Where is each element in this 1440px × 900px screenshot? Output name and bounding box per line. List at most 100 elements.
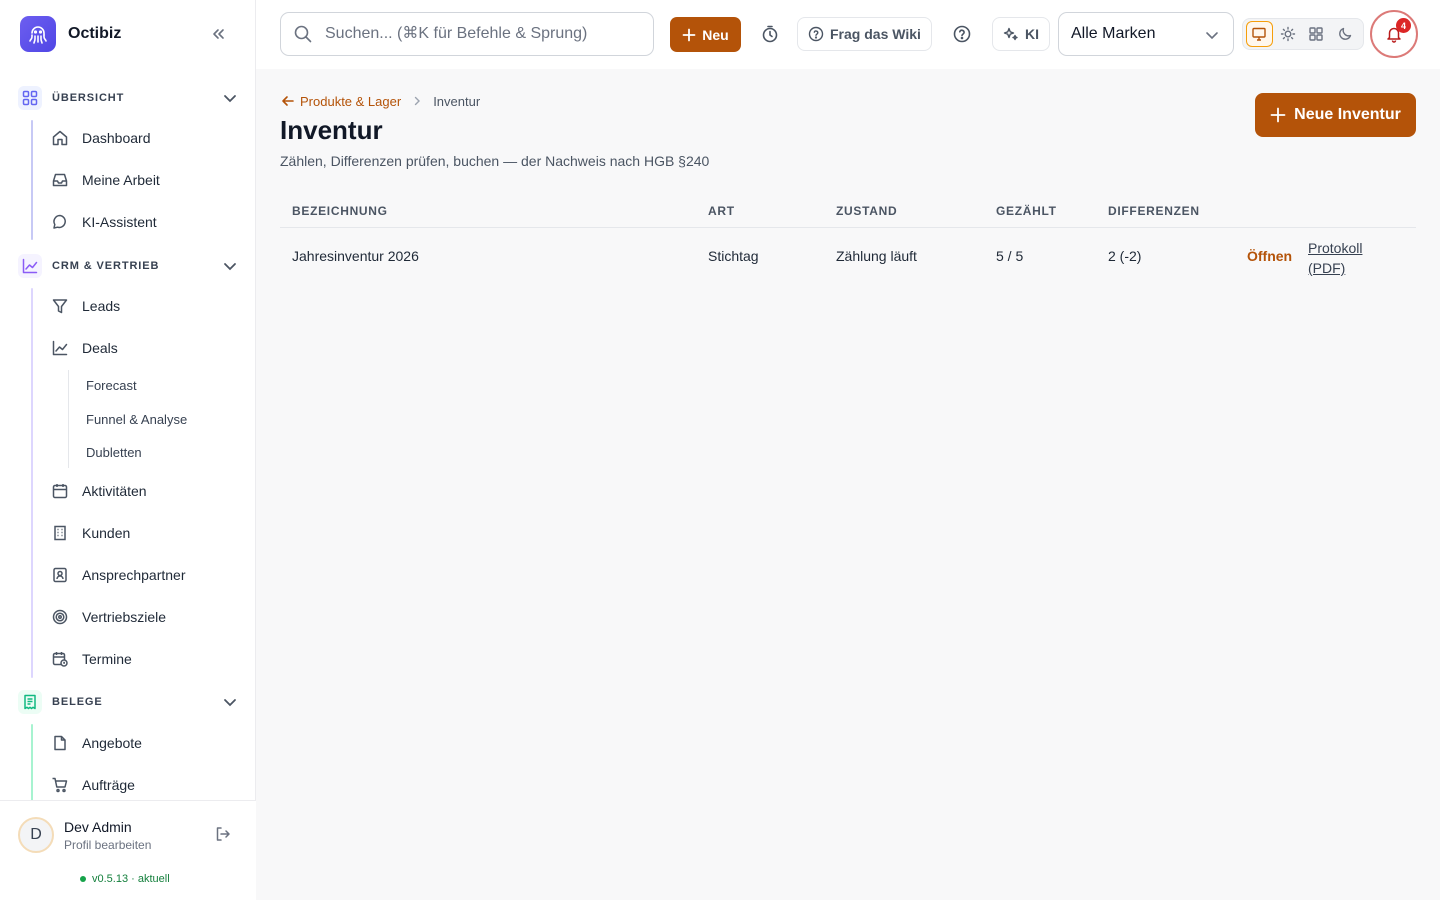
sidebar-item-kunden[interactable]: Kunden (50, 516, 240, 550)
section-crm-vertrieb[interactable]: CRM & VERTRIEB (18, 252, 242, 280)
breadcrumb: Produkte & Lager Inventur (280, 93, 480, 109)
cell-counted: 5 / 5 (996, 248, 1024, 264)
search-input[interactable] (325, 25, 645, 43)
moon-icon[interactable] (1332, 21, 1358, 47)
cell-differences: 2 (-2) (1108, 248, 1142, 264)
sparkles-icon (1003, 26, 1019, 42)
section-label: BELEGE (52, 696, 103, 708)
sidebar-item-dashboard[interactable]: Dashboard (50, 121, 240, 155)
receipt-icon (18, 690, 42, 714)
arrow-left-icon (280, 93, 296, 109)
avatar[interactable]: D (18, 817, 54, 853)
sidebar-item-deals[interactable]: Deals (50, 331, 240, 365)
chat-icon (50, 212, 70, 232)
sidebar-item-vertriebsziele[interactable]: Vertriebsziele (50, 600, 240, 634)
chart-line-icon (50, 338, 70, 358)
sidebar-item-aktivitaeten[interactable]: Aktivitäten (50, 474, 240, 508)
chevron-down-icon (222, 694, 238, 710)
column-header[interactable]: BEZEICHNUNG (292, 204, 388, 218)
sidebar-item-label: Ansprechpartner (82, 567, 186, 583)
notification-count-badge: 4 (1396, 18, 1411, 33)
breadcrumb-parent: Produkte & Lager (300, 93, 402, 109)
home-icon (50, 128, 70, 148)
sidebar-item-angebote[interactable]: Angebote (50, 726, 240, 760)
sidebar-subitem-forecast[interactable]: Forecast (86, 378, 137, 393)
section-line (31, 288, 33, 678)
sub-line (68, 370, 69, 468)
cell-state: Zählung läuft (836, 248, 917, 264)
version-label: v0.5.13 · aktuell (92, 873, 170, 885)
sidebar-item-label: Deals (82, 340, 118, 356)
timer-icon[interactable] (760, 24, 780, 44)
section-label: ÜBERSICHT (52, 92, 125, 104)
section-label: CRM & VERTRIEB (52, 260, 160, 272)
sidebar-item-label: Leads (82, 298, 121, 314)
column-header[interactable]: DIFFERENZEN (1108, 204, 1200, 218)
logout-icon[interactable] (214, 825, 232, 843)
chevron-right-icon (411, 95, 423, 107)
cart-icon (50, 775, 70, 795)
contact-card-icon (50, 565, 70, 585)
wiki-button[interactable]: Frag das Wiki (797, 17, 932, 51)
help-icon[interactable] (952, 24, 972, 44)
plus-icon (1270, 107, 1286, 123)
collapse-sidebar-icon[interactable] (208, 24, 228, 44)
user-footer: D Dev Admin Profil bearbeiten v0.5.13 · … (0, 800, 256, 900)
column-header[interactable]: ART (708, 204, 735, 218)
protocol-pdf-link[interactable]: Protokoll (PDF) (1308, 238, 1372, 278)
brand-select-value: Alle Marken (1071, 25, 1156, 42)
main-content: Produkte & Lager Inventur Inventur Zähle… (256, 69, 1440, 900)
sun-icon[interactable] (1275, 21, 1301, 47)
version-status: v0.5.13 · aktuell (80, 873, 170, 885)
sidebar-item-ki-assistent[interactable]: KI-Assistent (50, 205, 240, 239)
breadcrumb-current: Inventur (433, 93, 481, 109)
cell-name: Jahresinventur 2026 (292, 248, 419, 264)
breadcrumb-back-link[interactable]: Produkte & Lager (280, 93, 401, 109)
new-inventory-button[interactable]: Neue Inventur (1255, 93, 1416, 137)
brand[interactable]: Octibiz (20, 16, 121, 52)
new-button-label: Neu (702, 26, 729, 43)
inventory-table: BEZEICHNUNG ART ZUSTAND GEZÄHLT DIFFEREN… (280, 197, 1416, 284)
brand-select[interactable]: Alle Marken (1058, 12, 1234, 56)
sidebar-item-meine-arbeit[interactable]: Meine Arbeit (50, 163, 240, 197)
open-link[interactable]: Öffnen (1247, 248, 1292, 264)
sidebar-item-label: Dashboard (82, 130, 151, 146)
sidebar-item-ansprechpartner[interactable]: Ansprechpartner (50, 558, 240, 592)
sidebar: Octibiz ÜBERSICHT Dashboard Meine Arbeit… (0, 0, 256, 900)
sidebar-item-auftraege[interactable]: Aufträge (50, 768, 240, 800)
sidebar-subitem-dubletten[interactable]: Dubletten (86, 445, 142, 460)
funnel-icon (50, 296, 70, 316)
sidebar-item-leads[interactable]: Leads (50, 289, 240, 323)
section-belege[interactable]: BELEGE (18, 688, 242, 716)
theme-switcher (1242, 18, 1364, 50)
search-icon (293, 24, 313, 44)
calendar-icon (50, 481, 70, 501)
sidebar-item-label: Kunden (82, 525, 131, 541)
column-header[interactable]: ZUSTAND (836, 204, 897, 218)
ai-button-label: KI (1025, 26, 1039, 42)
sidebar-subitem-funnel-analyse[interactable]: Funnel & Analyse (86, 412, 187, 427)
sidebar-item-label: Angebote (82, 735, 142, 751)
topbar: Neu Frag das Wiki KI Alle Marken 4 (256, 0, 1440, 69)
new-inventory-label: Neue Inventur (1294, 106, 1401, 123)
sidebar-item-termine[interactable]: Termine (50, 642, 240, 676)
chart-line-icon (18, 254, 42, 278)
section-uebersicht[interactable]: ÜBERSICHT (18, 84, 242, 112)
notifications-button[interactable]: 4 (1370, 10, 1418, 58)
column-header[interactable]: GEZÄHLT (996, 204, 1057, 218)
inbox-icon (50, 170, 70, 190)
sidebar-item-label: Meine Arbeit (82, 172, 160, 188)
app-name: Octibiz (68, 25, 122, 42)
new-button[interactable]: Neu (670, 17, 741, 52)
layout-grid-icon[interactable] (1303, 21, 1329, 47)
wiki-button-label: Frag das Wiki (830, 26, 921, 42)
chevron-down-icon (222, 258, 238, 274)
status-dot-icon (80, 876, 86, 882)
table-row[interactable]: Jahresinventur 2026 Stichtag Zählung läu… (280, 228, 1416, 284)
search-box[interactable] (280, 12, 654, 56)
cell-type: Stichtag (708, 248, 759, 264)
ai-button[interactable]: KI (992, 17, 1050, 51)
sidebar-item-label: Vertriebsziele (82, 609, 167, 625)
edit-profile-link[interactable]: Profil bearbeiten (64, 838, 151, 852)
monitor-icon[interactable] (1246, 21, 1273, 47)
